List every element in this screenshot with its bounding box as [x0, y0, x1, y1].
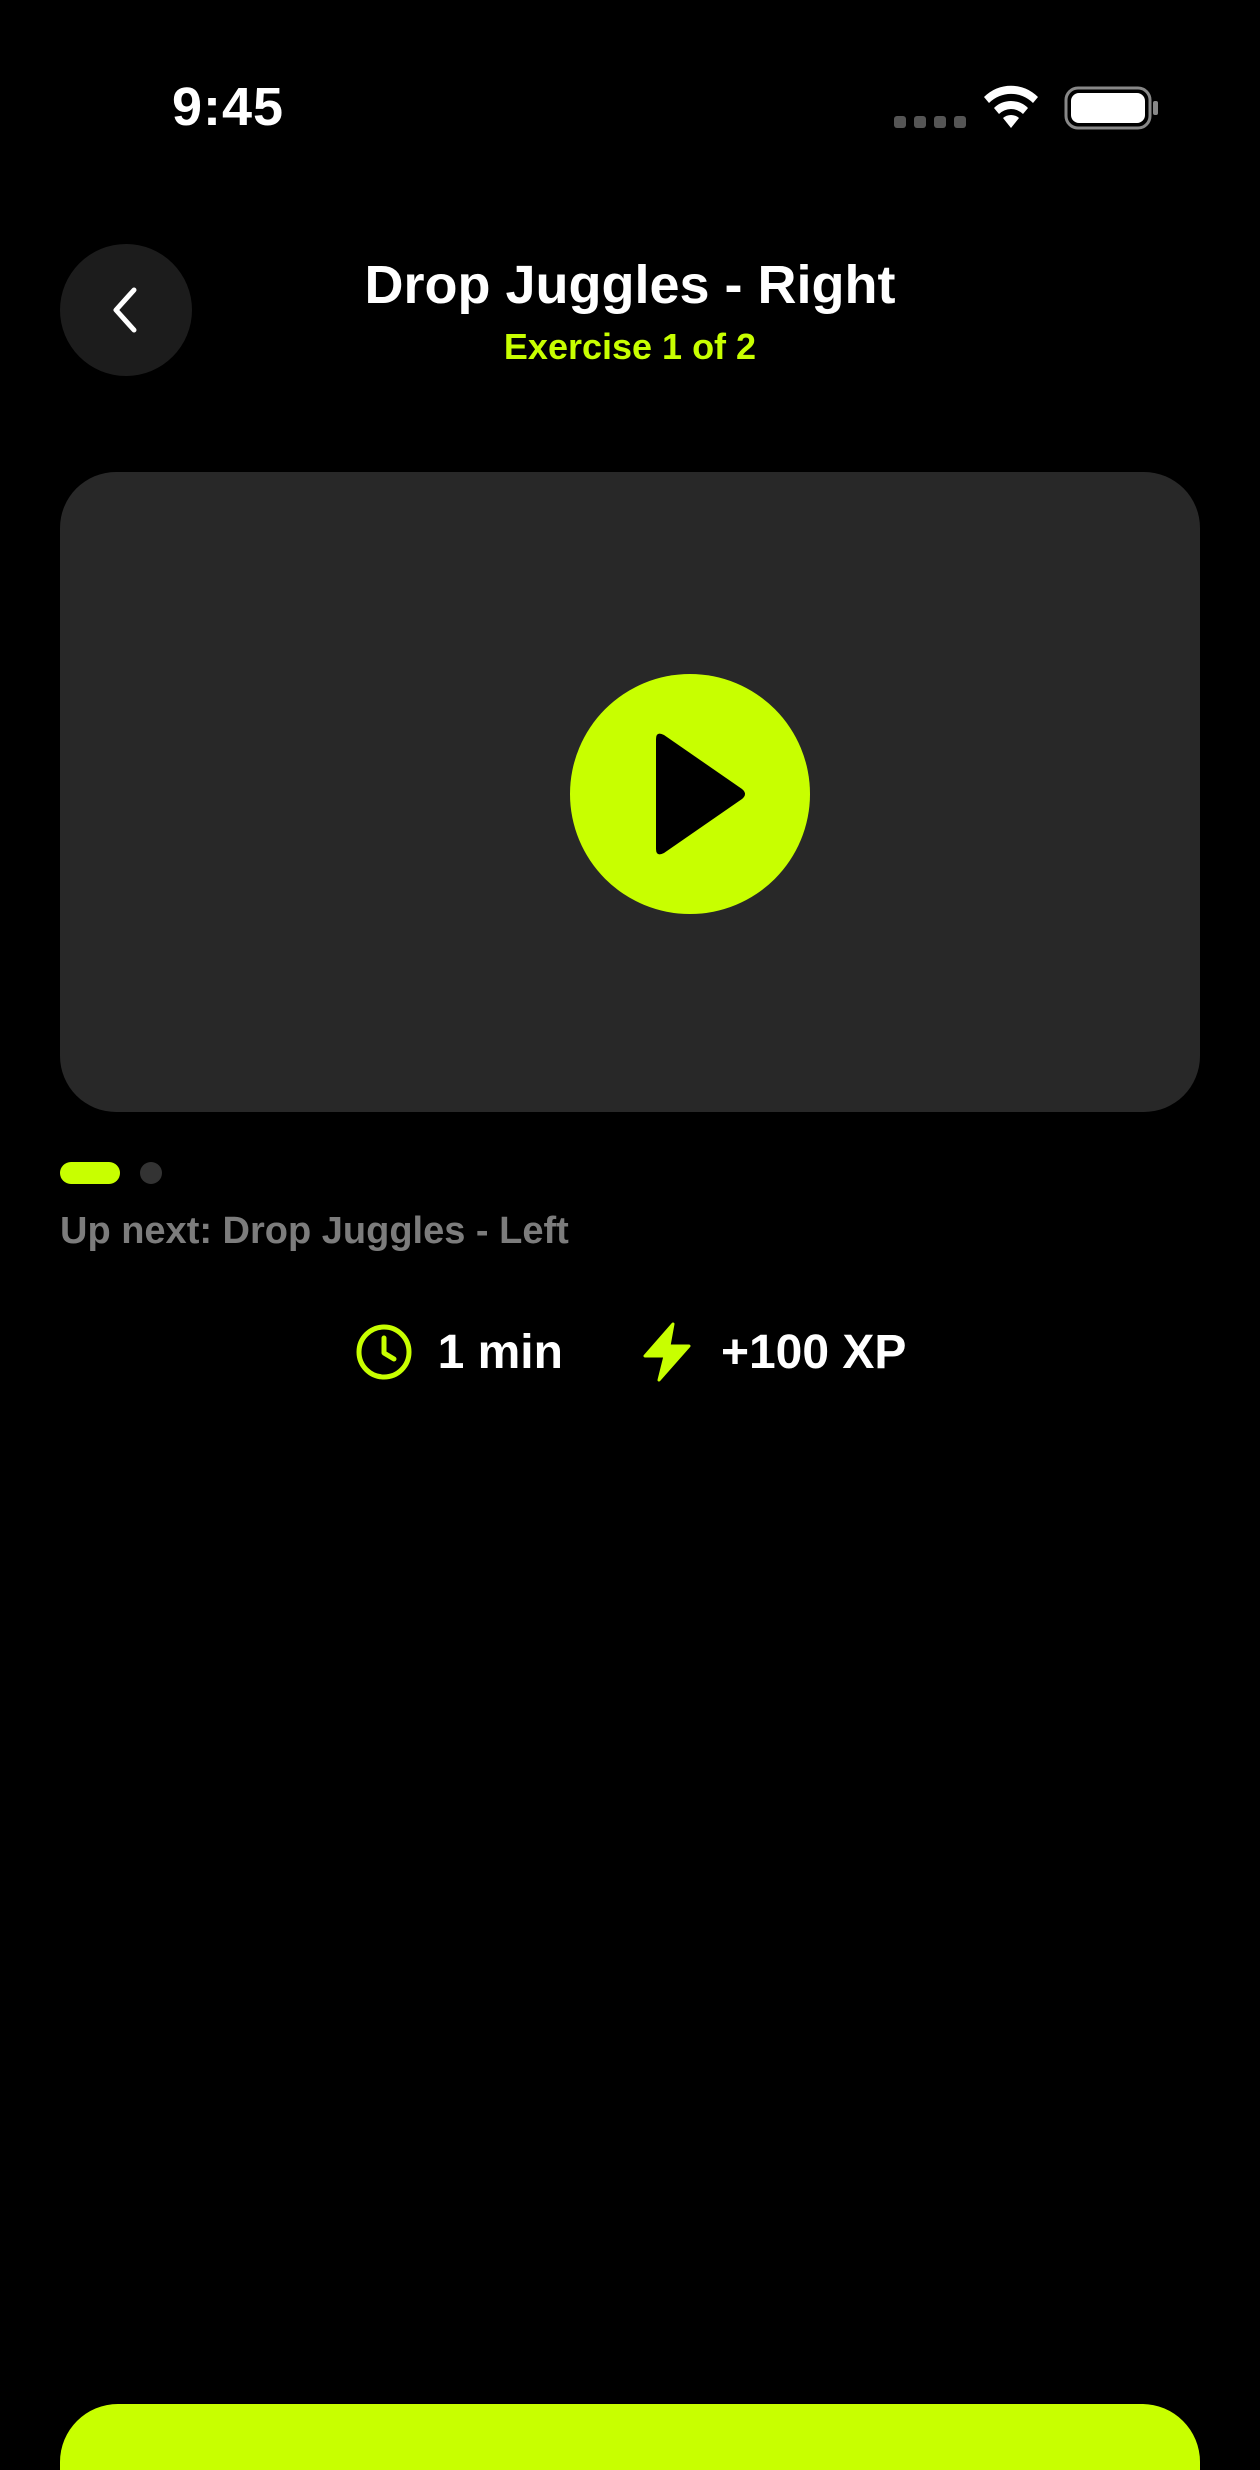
exercise-progress-label: Exercise 1 of 2 [503, 326, 757, 367]
primary-action-button[interactable] [60, 2404, 1200, 2470]
duration-stat: 1 min [354, 1322, 563, 1382]
pager-indicator[interactable] [140, 1162, 162, 1184]
wifi-icon [984, 85, 1038, 128]
page-title: Drop Juggles - Right [364, 255, 896, 315]
pager-indicator-active[interactable] [60, 1162, 120, 1184]
exercise-pager [60, 1162, 162, 1184]
xp-stat: +100 XP [637, 1322, 906, 1382]
cellular-signal-icon [894, 116, 966, 128]
exercise-stats: 1 min +100 XP [0, 1322, 1260, 1382]
status-time: 9:45 [172, 77, 285, 137]
xp-value: +100 XP [720, 1325, 907, 1379]
battery-icon [1064, 86, 1158, 130]
play-icon [656, 733, 745, 855]
clock-icon [356, 1324, 412, 1380]
video-player[interactable] [60, 472, 1200, 1112]
lightning-bolt-icon [643, 1322, 691, 1382]
play-button[interactable] [570, 674, 810, 914]
duration-value: 1 min [437, 1325, 563, 1379]
up-next-label: Up next: Drop Juggles - Left [60, 1210, 569, 1252]
